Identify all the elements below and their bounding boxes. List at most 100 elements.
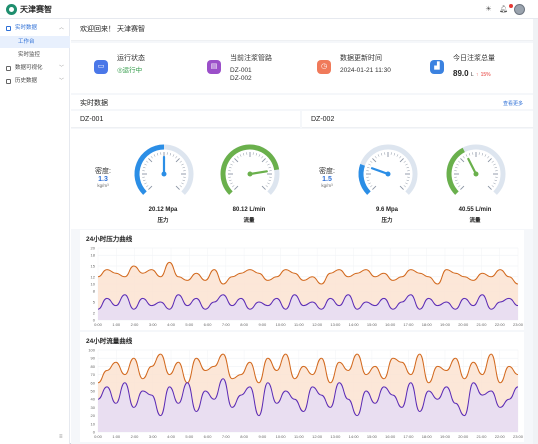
gauge-tick: [175, 156, 178, 159]
gauge-tick: [146, 160, 149, 163]
gauge-tick: [232, 160, 235, 163]
gauge-tick: [399, 156, 402, 159]
gauge-tick: [156, 152, 159, 156]
gauge-tick: [268, 166, 272, 169]
gauge-tick: [372, 185, 377, 190]
x-tick-label: 22:00: [495, 434, 506, 439]
sidebar-item-visualization[interactable]: 数据可视化 ﹀: [0, 62, 70, 75]
gauge-tick: [406, 179, 410, 182]
sidebar-item-label: 历史数据: [15, 78, 38, 84]
pressure-chart-card: 24小时压力曲线 0 2 5 8 10 12 15 18 20 0:00 1:00 2:00 3:00 4…: [80, 230, 524, 330]
gauge-tick: [405, 163, 408, 166]
sidebar: 实时数据 ︿ 工作台 实时监控 数据可视化 ﹀ 历史数据 ﹀ ≡: [0, 19, 70, 444]
gauge-tick: [228, 166, 232, 169]
scrollbar[interactable]: [533, 19, 538, 444]
sidebar-subitem-workbench[interactable]: 工作台: [0, 36, 70, 48]
stat-title: 数据更新时间: [340, 55, 382, 62]
chevron-up-icon: ︿: [58, 25, 64, 31]
x-tick-label: 18:00: [422, 434, 433, 439]
density-unit: kg/m³: [321, 183, 333, 188]
sun-icon[interactable]: ☀: [484, 5, 493, 14]
density-value: 1.5: [322, 176, 332, 183]
density-value: 1.3: [98, 176, 108, 183]
gauge-tick: [380, 152, 383, 156]
gauge-tick: [403, 160, 406, 163]
x-tick-label: 10:00: [276, 434, 287, 439]
x-tick-label: 15:00: [367, 322, 378, 327]
stat-total-number: 89.0: [453, 69, 469, 78]
x-tick-label: 4:00: [167, 434, 176, 439]
gauge-tick: [261, 156, 264, 159]
y-tick-label: 10: [91, 421, 96, 426]
pressure-name-1: 压力: [157, 218, 169, 224]
flow-chart: 01020304050607080901000:00 1:00 2:00 3:00 4:…: [88, 348, 523, 440]
gauge-tick: [454, 179, 458, 182]
stat-update-time: ◷ 数据更新时间 2024-01-21 11:30: [317, 43, 417, 93]
brand-name: 天津赛智: [20, 5, 52, 14]
gauge-tick: [460, 185, 465, 190]
gauge-tick: [487, 158, 492, 163]
density-unit: kg/m³: [97, 183, 109, 188]
x-tick-label: 22:00: [495, 322, 506, 327]
x-tick-label: 1:00: [112, 322, 121, 327]
gauge-tick: [236, 156, 239, 159]
x-tick-label: 1:00: [112, 434, 121, 439]
gauge-tick: [491, 185, 494, 188]
y-tick-label: 8: [93, 289, 96, 294]
flow-name-1: 流量: [243, 218, 255, 224]
x-tick-label: 5:00: [185, 434, 194, 439]
stat-total: ▟ 今日注浆总量 89.0 L ↑ 15%: [430, 43, 530, 93]
sidebar-item-realtime[interactable]: 实时数据 ︿: [0, 22, 70, 35]
history-icon: [6, 79, 11, 84]
stat-title: 当前注浆管路: [230, 55, 272, 62]
avatar[interactable]: [514, 4, 525, 15]
gauge-tick: [396, 154, 399, 157]
sidebar-subitem-monitor[interactable]: 实时监控: [0, 49, 70, 61]
x-tick-label: 13:00: [330, 434, 341, 439]
y-tick-label: 50: [91, 389, 96, 394]
flow-gauge-2: [446, 144, 506, 195]
collapse-sidebar-icon[interactable]: ≡: [59, 434, 63, 440]
x-tick-label: 9:00: [258, 434, 267, 439]
gauge-tick: [258, 154, 261, 157]
x-tick-label: 16:00: [385, 434, 396, 439]
chevron-down-icon: ﹀: [58, 78, 64, 84]
flow-reading-1: 80.12 L/min: [232, 207, 266, 213]
gauge-tick: [230, 182, 233, 185]
sidebar-item-history[interactable]: 历史数据 ﹀: [0, 75, 70, 88]
x-tick-label: 15:00: [367, 434, 378, 439]
stat-title: 今日注浆总量: [453, 55, 495, 62]
notification-badge: [509, 4, 513, 8]
x-tick-label: 8:00: [240, 434, 249, 439]
x-tick-label: 3:00: [149, 434, 158, 439]
gauge-tick: [493, 182, 496, 185]
gauge-tick: [268, 179, 272, 182]
flow-name-2: 流量: [469, 218, 481, 224]
gauge-tick: [267, 182, 270, 185]
bell-icon[interactable]: 🔔︎: [499, 5, 508, 14]
x-tick-label: 20:00: [458, 434, 469, 439]
view-more-link[interactable]: 查看更多: [503, 100, 523, 107]
x-tick-label: 7:00: [222, 322, 231, 327]
x-tick-label: 6:00: [204, 322, 213, 327]
y-tick-label: 40: [91, 397, 96, 402]
gauge-tick: [146, 185, 149, 188]
gauge-tick: [181, 163, 184, 166]
gauge-tick: [230, 163, 233, 166]
gauge-tick: [494, 179, 498, 182]
gauge-tick: [465, 154, 468, 157]
gauge-tick: [142, 179, 146, 182]
x-tick-label: 18:00: [422, 322, 433, 327]
x-tick-label: 0:00: [94, 434, 103, 439]
y-tick-label: 80: [91, 364, 96, 369]
stat-status: ▭ 运行状态 ◎运行中: [94, 43, 194, 93]
device-header-2: DZ-002: [302, 111, 533, 128]
stat-value-line-2: DZ-002: [230, 75, 252, 82]
gauge-tick: [179, 160, 182, 163]
y-tick-label: 2: [93, 310, 96, 315]
gauge-tick: [366, 166, 370, 169]
x-tick-label: 12:00: [312, 322, 323, 327]
gauge-tick: [239, 154, 242, 157]
gauge-tick: [494, 166, 498, 169]
gauge-tick: [169, 152, 172, 156]
